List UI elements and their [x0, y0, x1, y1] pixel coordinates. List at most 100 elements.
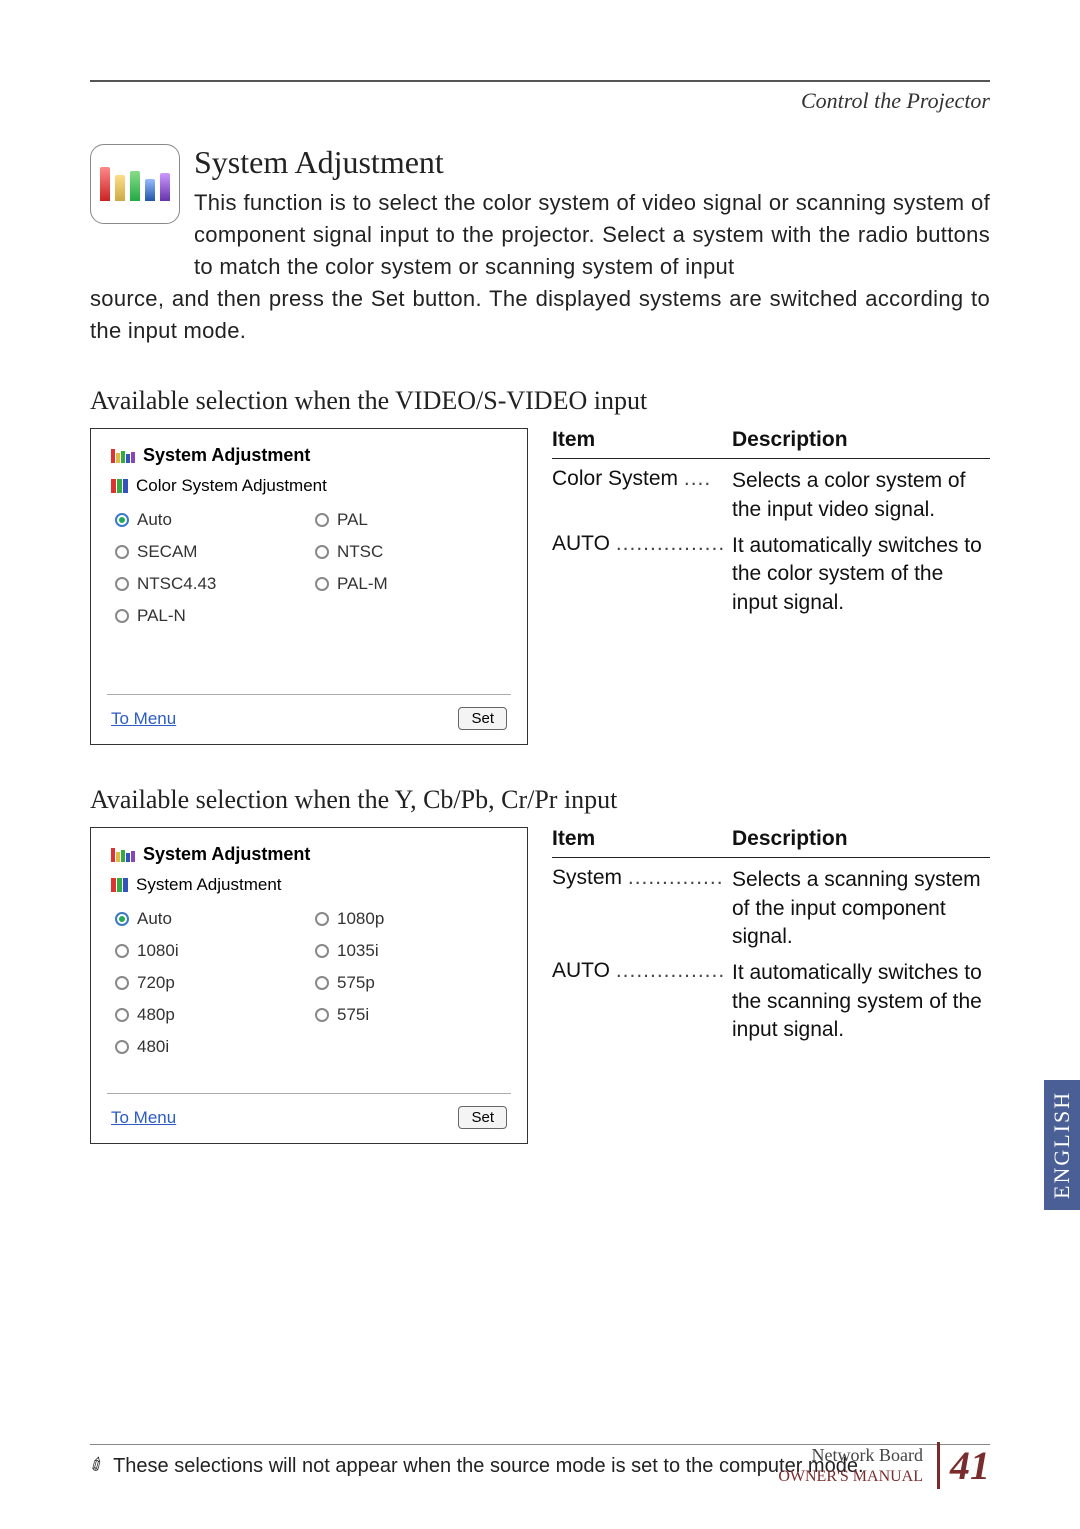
radio-label: 480i — [137, 1037, 169, 1057]
dots: .............. — [628, 866, 724, 889]
table-header: Item Description — [552, 827, 990, 858]
table-row: AUTO ................ It automatically s… — [552, 951, 990, 1044]
radio-label: 1035i — [337, 941, 379, 961]
video-two-col: System Adjustment Color System Adjustmen… — [90, 428, 990, 745]
td-desc: Selects a color system of the input vide… — [732, 467, 990, 524]
radio-ntsc[interactable]: NTSC — [315, 542, 507, 562]
radio-pal[interactable]: PAL — [315, 510, 507, 530]
radio-ntsc443[interactable]: NTSC4.43 — [115, 574, 307, 594]
item-text: System — [552, 866, 622, 889]
radio-icon — [115, 976, 129, 990]
pin-icon: ✐ — [86, 1453, 110, 1479]
video-panel-footer: To Menu Set — [111, 707, 507, 730]
radio-label: Auto — [137, 510, 172, 530]
radio-auto[interactable]: Auto — [115, 510, 307, 530]
radio-label: NTSC — [337, 542, 383, 562]
footer-text: Network Board OWNER'S MANUAL — [778, 1445, 923, 1486]
radio-icon — [115, 944, 129, 958]
radio-575p[interactable]: 575p — [315, 973, 507, 993]
bars-icon — [111, 449, 135, 463]
radio-480p[interactable]: 480p — [115, 1005, 307, 1025]
language-tab: ENGLISH — [1044, 1080, 1080, 1210]
radio-1080p[interactable]: 1080p — [315, 909, 507, 929]
component-desc-table: Item Description System .............. S… — [552, 827, 990, 1044]
item-text: AUTO — [552, 532, 610, 555]
radio-paln[interactable]: PAL-N — [115, 606, 307, 626]
th-item: Item — [552, 827, 732, 851]
td-desc: Selects a scanning system of the input c… — [732, 866, 990, 951]
page-footer: Network Board OWNER'S MANUAL 41 — [778, 1442, 990, 1489]
th-item: Item — [552, 428, 732, 452]
radio-label: 575i — [337, 1005, 369, 1025]
panel-divider — [107, 1093, 511, 1094]
video-panel-title-row: System Adjustment — [111, 445, 507, 466]
radio-icon — [315, 944, 329, 958]
to-menu-link[interactable]: To Menu — [111, 1108, 176, 1128]
radio-label: PAL — [337, 510, 368, 530]
radio-icon — [315, 976, 329, 990]
set-button[interactable]: Set — [458, 1106, 507, 1129]
component-panel-subtitle: System Adjustment — [136, 875, 282, 895]
radio-label: Auto — [137, 909, 172, 929]
component-panel-subtitle-row: System Adjustment — [111, 875, 507, 895]
radio-720p[interactable]: 720p — [115, 973, 307, 993]
radio-label: 1080p — [337, 909, 384, 929]
component-two-col: System Adjustment System Adjustment Auto… — [90, 827, 990, 1144]
to-menu-link[interactable]: To Menu — [111, 709, 176, 729]
video-radio-grid: Auto PAL SECAM NTSC NTSC4.43 PAL-M PAL-N — [115, 510, 507, 670]
rgb-bars-icon — [111, 878, 128, 892]
radio-palm[interactable]: PAL-M — [315, 574, 507, 594]
component-subheading: Available selection when the Y, Cb/Pb, C… — [90, 785, 990, 815]
radio-label: 1080i — [137, 941, 179, 961]
radio-icon — [115, 912, 129, 926]
dots: ................ — [616, 959, 725, 982]
radio-icon — [315, 912, 329, 926]
video-panel-subtitle-row: Color System Adjustment — [111, 476, 507, 496]
set-button[interactable]: Set — [458, 707, 507, 730]
radio-label: 575p — [337, 973, 375, 993]
radio-icon — [115, 609, 129, 623]
radio-icon — [315, 513, 329, 527]
th-description: Description — [732, 428, 990, 452]
radio-icon — [315, 545, 329, 559]
system-adjustment-icon — [90, 144, 180, 224]
video-subheading: Available selection when the VIDEO/S-VID… — [90, 386, 990, 416]
panel-divider — [107, 694, 511, 695]
radio-label: NTSC4.43 — [137, 574, 216, 594]
td-item: AUTO ................ — [552, 532, 732, 617]
radio-1035i[interactable]: 1035i — [315, 941, 507, 961]
footnote-text: These selections will not appear when th… — [113, 1455, 863, 1478]
video-panel-title: System Adjustment — [143, 445, 310, 466]
table-header: Item Description — [552, 428, 990, 459]
radio-icon — [115, 1040, 129, 1054]
rgb-bars-icon — [111, 479, 128, 493]
td-item: Color System .... — [552, 467, 732, 524]
radio-1080i[interactable]: 1080i — [115, 941, 307, 961]
radio-575i[interactable]: 575i — [315, 1005, 507, 1025]
radio-icon — [115, 513, 129, 527]
component-panel: System Adjustment System Adjustment Auto… — [90, 827, 528, 1144]
radio-label: 720p — [137, 973, 175, 993]
th-description: Description — [732, 827, 990, 851]
header-divider — [90, 80, 990, 82]
radio-icon — [315, 1008, 329, 1022]
component-panel-title: System Adjustment — [143, 844, 310, 865]
radio-480i[interactable]: 480i — [115, 1037, 307, 1057]
radio-label: PAL-M — [337, 574, 388, 594]
radio-label: PAL-N — [137, 606, 186, 626]
section-header-row: System Adjustment This function is to se… — [90, 144, 990, 283]
table-row: AUTO ................ It automatically s… — [552, 524, 990, 617]
radio-auto[interactable]: Auto — [115, 909, 307, 929]
component-radio-grid: Auto 1080p 1080i 1035i 720p 575p 480p 57… — [115, 909, 507, 1069]
section-title: System Adjustment — [194, 144, 990, 181]
component-panel-footer: To Menu Set — [111, 1106, 507, 1129]
radio-secam[interactable]: SECAM — [115, 542, 307, 562]
section-intro-text-2: source, and then press the Set button. T… — [90, 283, 990, 347]
radio-icon — [115, 1008, 129, 1022]
radio-icon — [315, 577, 329, 591]
page-number: 41 — [937, 1442, 990, 1489]
item-text: AUTO — [552, 959, 610, 982]
radio-icon — [115, 545, 129, 559]
table-row: System .............. Selects a scanning… — [552, 858, 990, 951]
component-panel-title-row: System Adjustment — [111, 844, 507, 865]
